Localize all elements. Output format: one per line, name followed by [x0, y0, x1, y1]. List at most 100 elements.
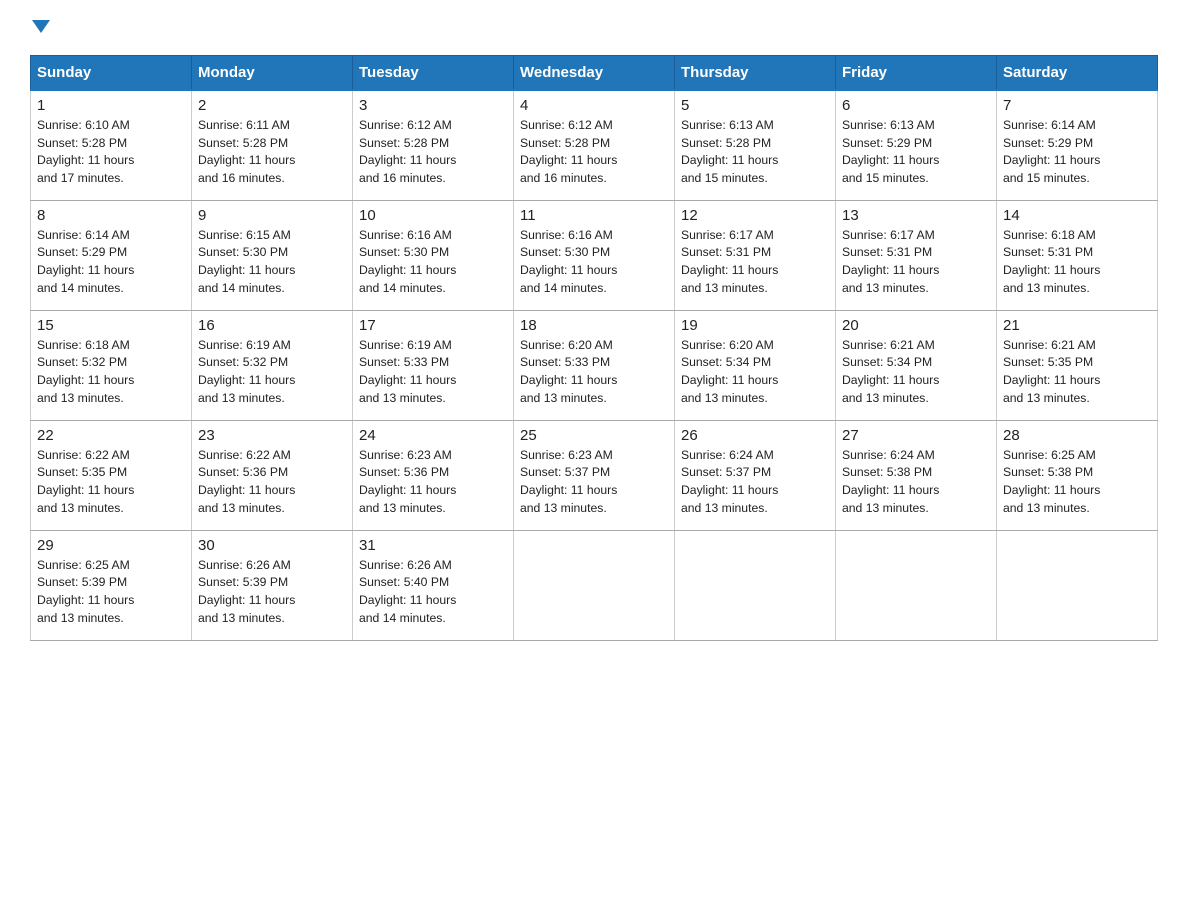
day-info: Sunrise: 6:16 AMSunset: 5:30 PMDaylight:… — [520, 228, 617, 295]
day-number: 31 — [359, 537, 507, 554]
calendar-cell: 26 Sunrise: 6:24 AMSunset: 5:37 PMDaylig… — [675, 420, 836, 530]
day-info: Sunrise: 6:23 AMSunset: 5:37 PMDaylight:… — [520, 448, 617, 515]
calendar-cell: 22 Sunrise: 6:22 AMSunset: 5:35 PMDaylig… — [31, 420, 192, 530]
calendar-cell: 12 Sunrise: 6:17 AMSunset: 5:31 PMDaylig… — [675, 200, 836, 310]
day-number: 16 — [198, 317, 346, 334]
calendar-cell: 11 Sunrise: 6:16 AMSunset: 5:30 PMDaylig… — [514, 200, 675, 310]
day-info: Sunrise: 6:13 AMSunset: 5:28 PMDaylight:… — [681, 118, 778, 185]
day-number: 26 — [681, 427, 829, 444]
day-info: Sunrise: 6:25 AMSunset: 5:38 PMDaylight:… — [1003, 448, 1100, 515]
calendar-cell: 16 Sunrise: 6:19 AMSunset: 5:32 PMDaylig… — [192, 310, 353, 420]
day-number: 19 — [681, 317, 829, 334]
day-number: 7 — [1003, 97, 1151, 114]
logo — [30, 20, 50, 35]
header-row: SundayMondayTuesdayWednesdayThursdayFrid… — [31, 56, 1158, 91]
day-number: 11 — [520, 207, 668, 224]
day-number: 12 — [681, 207, 829, 224]
day-number: 29 — [37, 537, 185, 554]
day-info: Sunrise: 6:26 AMSunset: 5:39 PMDaylight:… — [198, 558, 295, 625]
calendar-body: 1 Sunrise: 6:10 AMSunset: 5:28 PMDayligh… — [31, 90, 1158, 640]
day-number: 5 — [681, 97, 829, 114]
header-day-saturday: Saturday — [997, 56, 1158, 91]
calendar-cell: 1 Sunrise: 6:10 AMSunset: 5:28 PMDayligh… — [31, 90, 192, 200]
day-info: Sunrise: 6:21 AMSunset: 5:35 PMDaylight:… — [1003, 338, 1100, 405]
calendar-cell: 2 Sunrise: 6:11 AMSunset: 5:28 PMDayligh… — [192, 90, 353, 200]
day-info: Sunrise: 6:21 AMSunset: 5:34 PMDaylight:… — [842, 338, 939, 405]
header-day-monday: Monday — [192, 56, 353, 91]
day-number: 10 — [359, 207, 507, 224]
day-number: 1 — [37, 97, 185, 114]
calendar-cell: 27 Sunrise: 6:24 AMSunset: 5:38 PMDaylig… — [836, 420, 997, 530]
day-info: Sunrise: 6:24 AMSunset: 5:38 PMDaylight:… — [842, 448, 939, 515]
calendar-cell: 30 Sunrise: 6:26 AMSunset: 5:39 PMDaylig… — [192, 530, 353, 640]
day-info: Sunrise: 6:12 AMSunset: 5:28 PMDaylight:… — [520, 118, 617, 185]
day-info: Sunrise: 6:10 AMSunset: 5:28 PMDaylight:… — [37, 118, 134, 185]
day-number: 23 — [198, 427, 346, 444]
day-number: 30 — [198, 537, 346, 554]
day-info: Sunrise: 6:18 AMSunset: 5:32 PMDaylight:… — [37, 338, 134, 405]
day-info: Sunrise: 6:17 AMSunset: 5:31 PMDaylight:… — [842, 228, 939, 295]
week-row-1: 1 Sunrise: 6:10 AMSunset: 5:28 PMDayligh… — [31, 90, 1158, 200]
day-number: 28 — [1003, 427, 1151, 444]
day-info: Sunrise: 6:22 AMSunset: 5:35 PMDaylight:… — [37, 448, 134, 515]
day-number: 4 — [520, 97, 668, 114]
header-day-wednesday: Wednesday — [514, 56, 675, 91]
day-info: Sunrise: 6:15 AMSunset: 5:30 PMDaylight:… — [198, 228, 295, 295]
calendar-cell: 8 Sunrise: 6:14 AMSunset: 5:29 PMDayligh… — [31, 200, 192, 310]
day-number: 21 — [1003, 317, 1151, 334]
calendar-cell — [997, 530, 1158, 640]
week-row-2: 8 Sunrise: 6:14 AMSunset: 5:29 PMDayligh… — [31, 200, 1158, 310]
day-number: 9 — [198, 207, 346, 224]
calendar-cell: 20 Sunrise: 6:21 AMSunset: 5:34 PMDaylig… — [836, 310, 997, 420]
day-info: Sunrise: 6:14 AMSunset: 5:29 PMDaylight:… — [1003, 118, 1100, 185]
calendar-header: SundayMondayTuesdayWednesdayThursdayFrid… — [31, 56, 1158, 91]
day-number: 14 — [1003, 207, 1151, 224]
calendar-cell: 18 Sunrise: 6:20 AMSunset: 5:33 PMDaylig… — [514, 310, 675, 420]
day-info: Sunrise: 6:23 AMSunset: 5:36 PMDaylight:… — [359, 448, 456, 515]
header-day-thursday: Thursday — [675, 56, 836, 91]
week-row-5: 29 Sunrise: 6:25 AMSunset: 5:39 PMDaylig… — [31, 530, 1158, 640]
day-number: 20 — [842, 317, 990, 334]
calendar-cell — [514, 530, 675, 640]
day-number: 25 — [520, 427, 668, 444]
page-header — [30, 20, 1158, 35]
day-number: 8 — [37, 207, 185, 224]
calendar-cell: 13 Sunrise: 6:17 AMSunset: 5:31 PMDaylig… — [836, 200, 997, 310]
day-info: Sunrise: 6:11 AMSunset: 5:28 PMDaylight:… — [198, 118, 295, 185]
calendar-cell: 29 Sunrise: 6:25 AMSunset: 5:39 PMDaylig… — [31, 530, 192, 640]
week-row-3: 15 Sunrise: 6:18 AMSunset: 5:32 PMDaylig… — [31, 310, 1158, 420]
calendar-cell: 9 Sunrise: 6:15 AMSunset: 5:30 PMDayligh… — [192, 200, 353, 310]
calendar-cell: 7 Sunrise: 6:14 AMSunset: 5:29 PMDayligh… — [997, 90, 1158, 200]
day-number: 3 — [359, 97, 507, 114]
day-info: Sunrise: 6:25 AMSunset: 5:39 PMDaylight:… — [37, 558, 134, 625]
day-number: 2 — [198, 97, 346, 114]
calendar-cell: 19 Sunrise: 6:20 AMSunset: 5:34 PMDaylig… — [675, 310, 836, 420]
day-info: Sunrise: 6:26 AMSunset: 5:40 PMDaylight:… — [359, 558, 456, 625]
header-day-friday: Friday — [836, 56, 997, 91]
calendar-cell — [675, 530, 836, 640]
day-number: 6 — [842, 97, 990, 114]
calendar-cell: 5 Sunrise: 6:13 AMSunset: 5:28 PMDayligh… — [675, 90, 836, 200]
week-row-4: 22 Sunrise: 6:22 AMSunset: 5:35 PMDaylig… — [31, 420, 1158, 530]
calendar-cell: 31 Sunrise: 6:26 AMSunset: 5:40 PMDaylig… — [353, 530, 514, 640]
calendar-cell: 10 Sunrise: 6:16 AMSunset: 5:30 PMDaylig… — [353, 200, 514, 310]
day-number: 18 — [520, 317, 668, 334]
day-info: Sunrise: 6:20 AMSunset: 5:33 PMDaylight:… — [520, 338, 617, 405]
day-number: 15 — [37, 317, 185, 334]
calendar-cell: 24 Sunrise: 6:23 AMSunset: 5:36 PMDaylig… — [353, 420, 514, 530]
calendar-cell: 17 Sunrise: 6:19 AMSunset: 5:33 PMDaylig… — [353, 310, 514, 420]
day-info: Sunrise: 6:14 AMSunset: 5:29 PMDaylight:… — [37, 228, 134, 295]
day-number: 27 — [842, 427, 990, 444]
header-day-tuesday: Tuesday — [353, 56, 514, 91]
day-info: Sunrise: 6:16 AMSunset: 5:30 PMDaylight:… — [359, 228, 456, 295]
day-info: Sunrise: 6:20 AMSunset: 5:34 PMDaylight:… — [681, 338, 778, 405]
calendar-cell: 3 Sunrise: 6:12 AMSunset: 5:28 PMDayligh… — [353, 90, 514, 200]
day-info: Sunrise: 6:17 AMSunset: 5:31 PMDaylight:… — [681, 228, 778, 295]
day-number: 17 — [359, 317, 507, 334]
calendar-cell: 6 Sunrise: 6:13 AMSunset: 5:29 PMDayligh… — [836, 90, 997, 200]
calendar-cell: 15 Sunrise: 6:18 AMSunset: 5:32 PMDaylig… — [31, 310, 192, 420]
calendar-cell: 14 Sunrise: 6:18 AMSunset: 5:31 PMDaylig… — [997, 200, 1158, 310]
day-info: Sunrise: 6:19 AMSunset: 5:32 PMDaylight:… — [198, 338, 295, 405]
day-info: Sunrise: 6:18 AMSunset: 5:31 PMDaylight:… — [1003, 228, 1100, 295]
day-info: Sunrise: 6:24 AMSunset: 5:37 PMDaylight:… — [681, 448, 778, 515]
